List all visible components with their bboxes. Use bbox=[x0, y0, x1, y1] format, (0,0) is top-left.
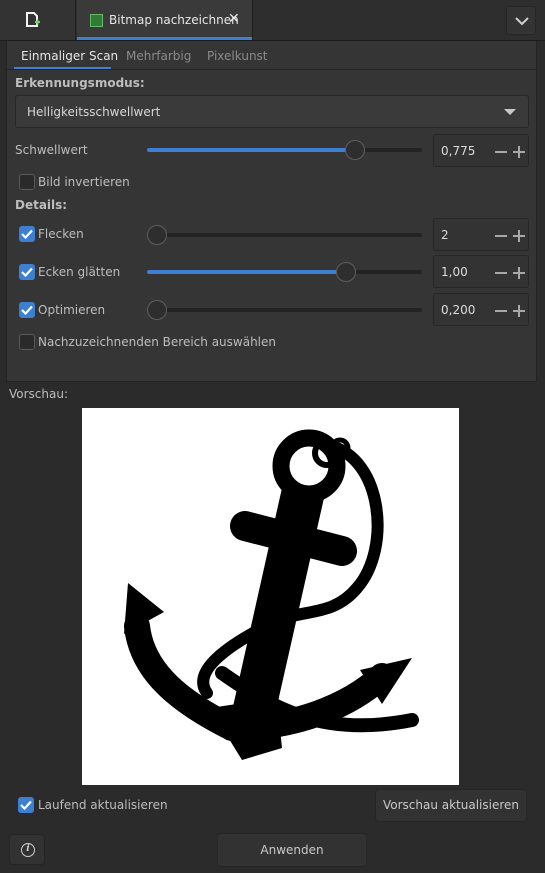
optimize-slider[interactable] bbox=[147, 300, 422, 320]
tab-multicolor[interactable]: Mehrfarbig bbox=[126, 49, 191, 63]
optimize-slider-handle[interactable] bbox=[147, 300, 167, 320]
plus-icon-vertical bbox=[518, 305, 520, 317]
checkmark-icon bbox=[21, 305, 33, 315]
threshold-label: Schwellwert bbox=[15, 143, 88, 157]
document-add-icon bbox=[26, 12, 40, 27]
smooth-corners-spinbox[interactable]: 1,00 bbox=[433, 255, 529, 288]
threshold-slider[interactable] bbox=[147, 140, 422, 160]
optimize-label: Optimieren bbox=[38, 303, 106, 317]
select-area-checkbox[interactable] bbox=[19, 334, 35, 350]
checkmark-icon bbox=[21, 267, 33, 277]
plus-icon-vertical bbox=[518, 267, 520, 279]
active-tab-underline bbox=[14, 67, 111, 69]
tab-title: Bitmap nachzeichnen bbox=[109, 13, 239, 27]
dialog-tab-bar: Bitmap nachzeichnen ✕ bbox=[0, 0, 545, 41]
menu-button[interactable] bbox=[506, 6, 536, 35]
anchor-preview-image bbox=[124, 429, 419, 760]
plus-icon-vertical bbox=[518, 146, 520, 158]
smooth-corners-value: 1,00 bbox=[441, 265, 468, 279]
minus-icon[interactable] bbox=[495, 310, 507, 312]
tab-pixel-art[interactable]: Pixelkunst bbox=[207, 49, 268, 63]
optimize-value: 0,200 bbox=[441, 303, 476, 317]
smooth-corners-slider[interactable] bbox=[147, 262, 422, 282]
details-heading: Details: bbox=[15, 198, 68, 212]
speckles-slider-handle[interactable] bbox=[147, 225, 167, 245]
smooth-corners-slider-handle[interactable] bbox=[335, 262, 356, 282]
new-document-button[interactable] bbox=[0, 0, 76, 40]
detection-mode-heading: Erkennungsmodus: bbox=[15, 76, 145, 90]
optimize-spinbox[interactable]: 0,200 bbox=[433, 293, 529, 326]
checkmark-icon bbox=[21, 229, 33, 239]
speckles-slider[interactable] bbox=[147, 225, 422, 245]
minus-icon[interactable] bbox=[495, 151, 507, 153]
tab-underline bbox=[77, 37, 252, 40]
detection-mode-value: Helligkeitsschwellwert bbox=[27, 105, 161, 119]
speckles-checkbox[interactable] bbox=[19, 226, 35, 242]
live-update-label: Laufend aktualisieren bbox=[38, 798, 168, 812]
mode-tabs: Einmaliger Scan Mehrfarbig Pixelkunst bbox=[7, 41, 536, 70]
minus-icon[interactable] bbox=[495, 235, 507, 237]
speckles-spinbox[interactable]: 2 bbox=[433, 218, 529, 251]
checkmark-icon bbox=[20, 800, 32, 810]
minus-icon[interactable] bbox=[495, 272, 507, 274]
bitmap-trace-icon bbox=[90, 14, 103, 27]
threshold-slider-fill bbox=[147, 148, 355, 152]
speckles-label: Flecken bbox=[38, 227, 84, 241]
smooth-corners-checkbox[interactable] bbox=[19, 264, 35, 280]
apply-button[interactable]: Anwenden bbox=[217, 833, 367, 867]
plus-icon-vertical bbox=[518, 230, 520, 242]
preview-canvas bbox=[82, 408, 459, 785]
info-icon: i bbox=[21, 843, 35, 857]
invert-label: Bild invertieren bbox=[38, 175, 130, 189]
info-button[interactable]: i bbox=[9, 834, 45, 865]
close-icon[interactable]: ✕ bbox=[228, 11, 240, 27]
update-preview-button[interactable]: Vorschau aktualisieren bbox=[375, 789, 527, 822]
smooth-corners-label: Ecken glätten bbox=[38, 265, 121, 279]
threshold-slider-handle[interactable] bbox=[344, 140, 365, 160]
detection-mode-select[interactable]: Helligkeitsschwellwert bbox=[15, 95, 529, 128]
trace-settings-panel: Einmaliger Scan Mehrfarbig Pixelkunst Er… bbox=[6, 41, 537, 382]
tab-single-scan[interactable]: Einmaliger Scan bbox=[21, 49, 118, 63]
invert-checkbox[interactable] bbox=[19, 174, 35, 190]
threshold-value: 0,775 bbox=[441, 144, 476, 158]
threshold-spinbox[interactable]: 0,775 bbox=[433, 134, 529, 167]
chevron-down-icon bbox=[515, 17, 529, 26]
tab-bitmap-trace[interactable]: Bitmap nachzeichnen ✕ bbox=[77, 0, 253, 40]
speckles-value: 2 bbox=[441, 228, 449, 242]
smooth-corners-slider-fill bbox=[147, 270, 346, 274]
select-area-label: Nachzuzeichnenden Bereich auswählen bbox=[38, 335, 276, 349]
preview-label: Vorschau: bbox=[9, 387, 69, 401]
optimize-checkbox[interactable] bbox=[19, 302, 35, 318]
dropdown-arrow-icon bbox=[504, 109, 516, 115]
live-update-checkbox[interactable] bbox=[18, 797, 34, 813]
